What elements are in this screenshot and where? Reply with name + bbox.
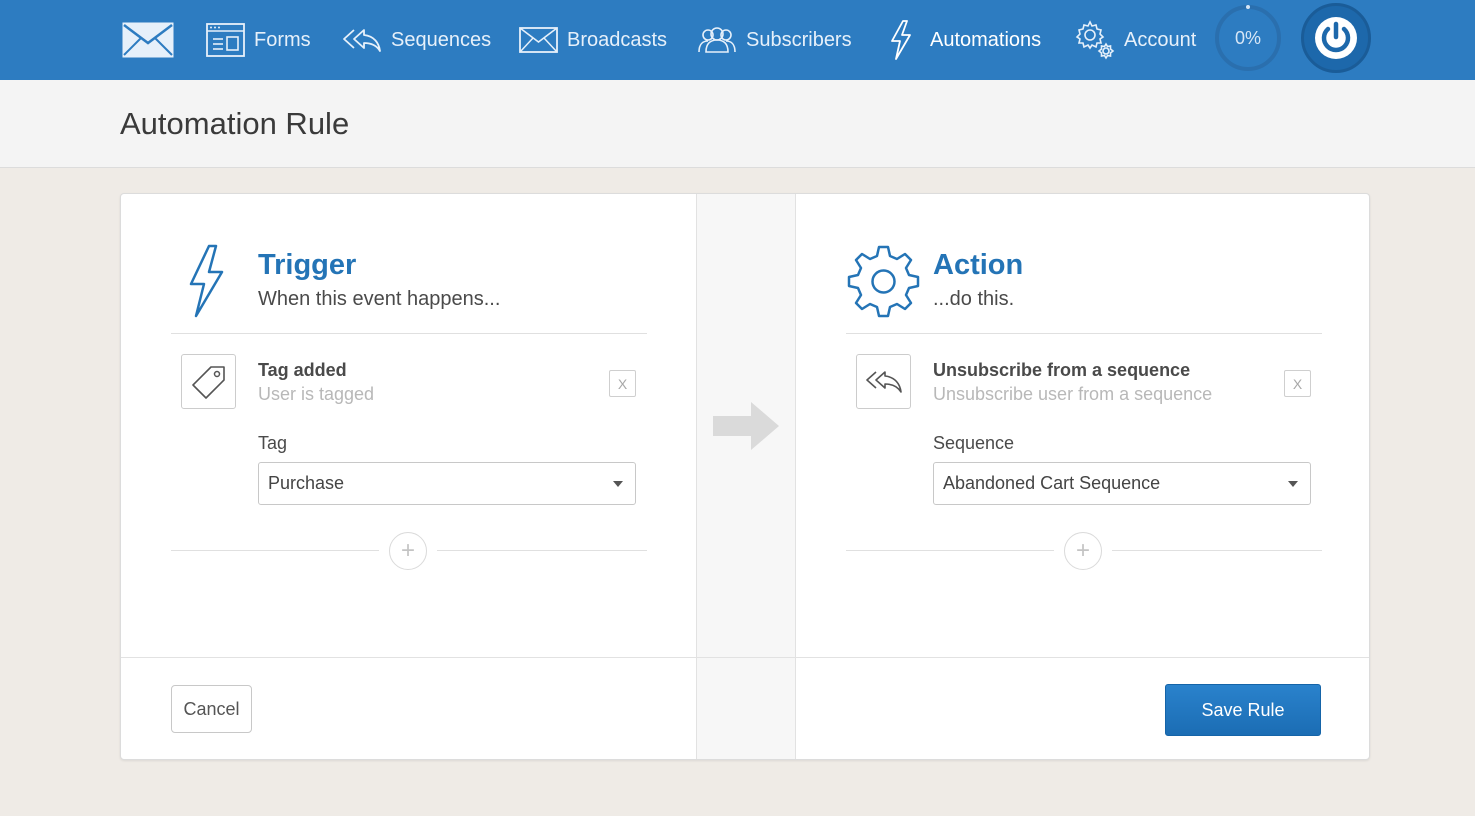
- trigger-subtitle: When this event happens...: [258, 288, 501, 310]
- gear-icon: [847, 245, 920, 318]
- nav-label: Forms: [254, 28, 311, 51]
- nav-automations[interactable]: Automations: [890, 0, 1041, 80]
- reply-all-icon: [865, 370, 902, 393]
- nav-forms[interactable]: Forms: [206, 0, 311, 80]
- sequence-select-value: Abandoned Cart Sequence: [943, 473, 1161, 493]
- top-nav: Forms Sequences Broadcasts Subscribers A…: [0, 0, 1475, 80]
- page-header: Automation Rule: [0, 80, 1475, 168]
- nav-label: Account: [1124, 28, 1197, 51]
- divider: [171, 333, 647, 334]
- trigger-item-icon-box: [181, 354, 236, 409]
- nav-label: Broadcasts: [567, 28, 668, 51]
- chevron-down-icon: [613, 481, 623, 487]
- action-title: Action: [933, 249, 1024, 281]
- nav-label: Automations: [930, 28, 1042, 51]
- save-rule-button[interactable]: Save Rule: [1165, 684, 1321, 736]
- sequence-select[interactable]: Abandoned Cart Sequence: [933, 462, 1311, 505]
- progress-indicator[interactable]: 0%: [1214, 4, 1282, 72]
- arrow-right-icon: [713, 402, 779, 450]
- tag-icon: [191, 365, 225, 399]
- tag-field-label: Tag: [258, 433, 288, 453]
- nav-label: Subscribers: [746, 28, 852, 51]
- action-item-icon-box: [856, 354, 911, 409]
- trigger-panel: Trigger When this event happens... Tag a…: [121, 194, 696, 657]
- action-panel: Action ...do this. Unsubscribe from a se…: [796, 194, 1369, 657]
- chevron-down-icon: [1288, 481, 1298, 487]
- lightning-icon: [189, 244, 224, 318]
- nav-label: Sequences: [391, 28, 492, 51]
- action-subtitle: ...do this.: [933, 288, 1015, 310]
- add-trigger-button[interactable]: +: [389, 532, 427, 570]
- automation-rule-card: Trigger When this event happens... Tag a…: [120, 193, 1370, 760]
- nav-subscribers[interactable]: Subscribers: [697, 0, 852, 80]
- broadcasts-icon: [519, 27, 558, 53]
- flow-column: [696, 194, 796, 759]
- nav-broadcasts[interactable]: Broadcasts: [519, 0, 667, 80]
- sequences-icon: [343, 29, 381, 52]
- sequence-field-label: Sequence: [933, 433, 1015, 453]
- trigger-title: Trigger: [258, 249, 357, 281]
- remove-action-button[interactable]: X: [1284, 370, 1311, 397]
- footer-divider: [121, 657, 1369, 658]
- divider: [846, 333, 1322, 334]
- logo-mail-icon[interactable]: [122, 0, 174, 80]
- tag-select[interactable]: Purchase: [258, 462, 636, 505]
- nav-sequences[interactable]: Sequences: [342, 0, 491, 80]
- trigger-item-title: Tag added: [258, 360, 347, 380]
- action-item-title: Unsubscribe from a sequence: [933, 360, 1191, 380]
- trigger-item-subtitle: User is tagged: [258, 384, 375, 404]
- account-icon: [1075, 20, 1115, 60]
- nav-account[interactable]: Account: [1075, 0, 1196, 80]
- power-icon: [1315, 17, 1357, 59]
- action-item-subtitle: Unsubscribe user from a sequence: [933, 384, 1213, 404]
- divider: [437, 550, 647, 551]
- progress-value: 0%: [1234, 27, 1261, 48]
- subscribers-icon: [698, 27, 736, 53]
- remove-trigger-button[interactable]: X: [609, 370, 636, 397]
- automations-icon: [891, 20, 911, 60]
- tag-select-value: Purchase: [268, 473, 345, 493]
- cancel-button[interactable]: Cancel: [171, 685, 252, 733]
- divider: [846, 550, 1054, 551]
- add-action-button[interactable]: +: [1064, 532, 1102, 570]
- divider: [171, 550, 379, 551]
- power-button[interactable]: [1301, 3, 1371, 73]
- page-title: Automation Rule: [120, 106, 350, 141]
- forms-icon: [206, 23, 245, 57]
- divider: [1112, 550, 1322, 551]
